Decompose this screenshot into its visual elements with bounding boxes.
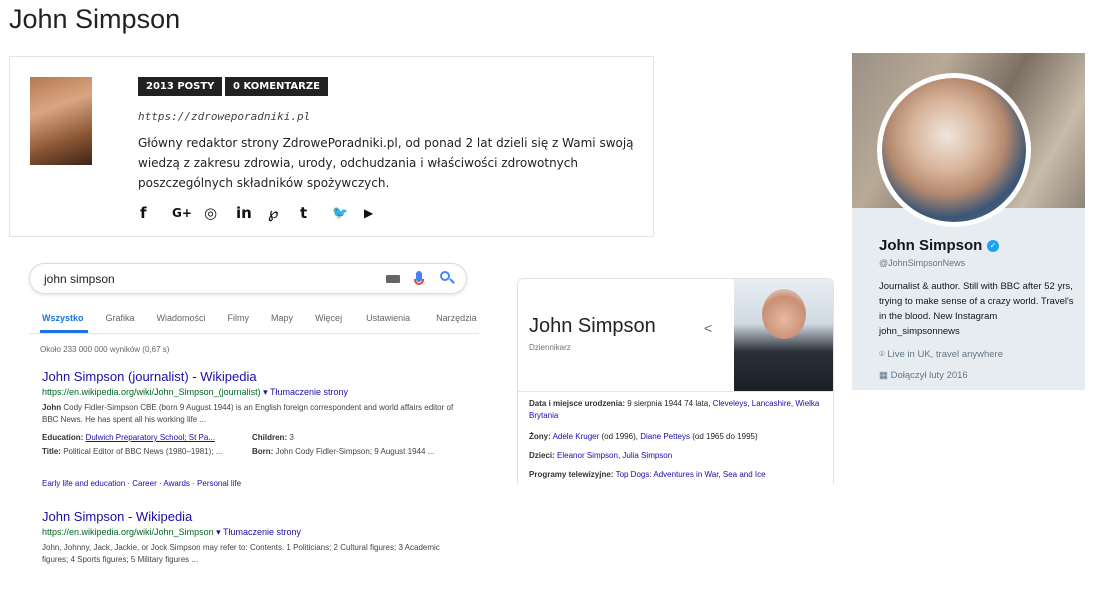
translate-link[interactable]: ▾ Tłumaczenie strony [263, 387, 348, 397]
comments-count-badge[interactable]: 0 KOMENTARZE [225, 77, 328, 96]
social-icons-row: f G+ ◎ in ℘ t 🐦 ▶ [140, 202, 396, 224]
kp-children-label: Dzieci: [529, 451, 555, 460]
kp-spouse-link[interactable]: Diane Petteys [640, 432, 690, 441]
portrait-face [762, 289, 806, 339]
posts-count-badge[interactable]: 2013 POSTY [138, 77, 223, 96]
twitter-name[interactable]: John Simpson [879, 237, 982, 254]
kp-spouse-years: (od 1965 do 1995) [692, 432, 758, 441]
search-icon-handle [449, 278, 455, 284]
location-icon: ⌾ [879, 349, 885, 360]
calendar-icon: ▦ [879, 370, 888, 381]
result-sitelinks[interactable]: Early life and education · Career · Awar… [42, 479, 241, 488]
author-avatar [30, 77, 92, 165]
knowledge-panel: John Simpson Dziennikarz < Data i miejsc… [517, 278, 834, 484]
fact-label: Children: [252, 433, 288, 442]
kp-spouses-label: Żony: [529, 432, 551, 441]
fact-label: Education: [42, 433, 84, 442]
kp-spouse-link[interactable]: Adele Kruger [553, 432, 600, 441]
snippet-text: Cody Fidler-Simpson CBE (born 9 August 1… [42, 403, 454, 424]
twitter-profile-card: John Simpson ✓ @JohnSimpsonNews Journali… [852, 53, 1085, 390]
result-title-link[interactable]: John Simpson - Wikipedia [42, 509, 192, 524]
avatar[interactable] [882, 78, 1026, 222]
search-tabs: Wszystko Grafika Wiadomości Filmy Mapy W… [42, 313, 477, 323]
translate-link[interactable]: ▾ Tłumaczenie strony [216, 527, 301, 537]
keyboard-icon[interactable] [386, 275, 400, 283]
twitter-location: ⌾ Live in UK, travel anywhere [879, 349, 1003, 360]
kp-children-row: Dzieci: Eleanor Simpson, Julia Simpson [529, 450, 824, 462]
tab-images[interactable]: Grafika [106, 313, 135, 323]
search-input[interactable]: john simpson [29, 263, 467, 294]
fact-value: John Cody Fidler-Simpson; 9 August 1944 … [275, 447, 435, 456]
kp-tv-row: Programy telewizyjne: Top Dogs: Adventur… [529, 469, 824, 481]
knowledge-panel-photo[interactable] [734, 279, 833, 391]
kp-tv-label: Programy telewizyjne: [529, 470, 614, 479]
result-snippet: John Cody Fidler-Simpson CBE (born 9 Aug… [42, 402, 457, 426]
knowledge-panel-name: John Simpson [529, 315, 656, 337]
result-url: https://en.wikipedia.org/wiki/John_Simps… [42, 527, 301, 538]
tab-maps[interactable]: Mapy [271, 313, 293, 323]
result-stats: Około 233 000 000 wyników (0,67 s) [40, 345, 170, 354]
joined-text: Dołączył luty 2016 [890, 370, 968, 381]
tab-tools[interactable]: Narzędzia [436, 313, 477, 323]
result-url-text: https://en.wikipedia.org/wiki/John_Simps… [42, 387, 261, 397]
kp-born-label: Data i miejsce urodzenia: [529, 399, 626, 408]
result-title-link[interactable]: John Simpson (journalist) - Wikipedia [42, 369, 257, 384]
twitter-joined: ▦ Dołączył luty 2016 [879, 370, 968, 381]
result-url: https://en.wikipedia.org/wiki/John_Simps… [42, 387, 348, 398]
microphone-base [414, 279, 424, 285]
kp-spouse-years: (od 1996), [601, 432, 638, 441]
verified-icon: ✓ [987, 240, 999, 252]
tab-videos[interactable]: Filmy [228, 313, 250, 323]
fact-education: Education: Dulwich Preparatory School; S… [42, 432, 252, 444]
author-box: 2013 POSTY 0 KOMENTARZE https://zdrowepo… [9, 56, 654, 237]
fact-label: Born: [252, 447, 274, 456]
google-plus-icon[interactable]: G+ [172, 202, 204, 224]
fact-value: Political Editor of BBC News (1980–1981)… [63, 447, 223, 456]
youtube-icon[interactable]: ▶ [364, 202, 396, 224]
tabs-divider [29, 333, 479, 334]
tumblr-icon[interactable]: t [300, 202, 332, 224]
twitter-bio: Journalist & author. Still with BBC afte… [879, 281, 1074, 337]
kp-born-row: Data i miejsce urodzenia: 9 sierpnia 194… [529, 398, 824, 422]
fact-label: Title: [42, 447, 61, 456]
fact-value: 3 [289, 433, 294, 442]
fact-title: Title: Political Editor of BBC News (198… [42, 446, 250, 458]
tab-settings[interactable]: Ustawienia [366, 313, 410, 323]
linkedin-icon[interactable]: in [236, 202, 268, 224]
fact-children: Children: 3 [252, 432, 462, 444]
pinterest-icon[interactable]: ℘ [268, 202, 300, 224]
fact-born: Born: John Cody Fidler-Simpson; 9 August… [252, 446, 462, 458]
kp-born-value: 9 sierpnia 1944 74 lata, [627, 399, 711, 408]
snippet-bold: John [42, 403, 62, 412]
result-url-text: https://en.wikipedia.org/wiki/John_Simps… [42, 527, 214, 537]
location-text: Live in UK, travel anywhere [887, 349, 1003, 360]
twitter-handle[interactable]: @JohnSimpsonNews [879, 258, 965, 268]
twitter-icon[interactable]: 🐦 [332, 202, 364, 224]
panel-divider [518, 391, 833, 392]
kp-spouses-row: Żony: Adele Kruger (od 1996), Diane Pett… [529, 431, 824, 443]
page-title: John Simpson [9, 4, 181, 34]
share-icon[interactable]: < [704, 320, 712, 336]
tab-news[interactable]: Wiadomości [157, 313, 206, 323]
result-snippet: John, Johnny, Jack, Jackie, or Jock Simp… [42, 543, 440, 564]
knowledge-panel-subtitle: Dziennikarz [529, 343, 571, 352]
search-query[interactable]: john simpson [44, 272, 115, 286]
instagram-icon[interactable]: ◎ [204, 202, 236, 224]
tab-more[interactable]: Więcej [315, 313, 342, 323]
tab-all[interactable]: Wszystko [42, 313, 84, 323]
fact-value-link[interactable]: Dulwich Preparatory School; St Pa... [86, 433, 215, 442]
author-bio: Główny redaktor strony ZdrowePoradniki.p… [138, 136, 634, 190]
kp-tv-link[interactable]: Top Dogs: Adventures in War, Sea and Ice [616, 470, 766, 479]
author-website-link[interactable]: https://zdroweporadniki.pl [138, 110, 310, 123]
facebook-icon[interactable]: f [140, 202, 172, 224]
kp-children-link[interactable]: Eleanor Simpson, Julia Simpson [557, 451, 672, 460]
